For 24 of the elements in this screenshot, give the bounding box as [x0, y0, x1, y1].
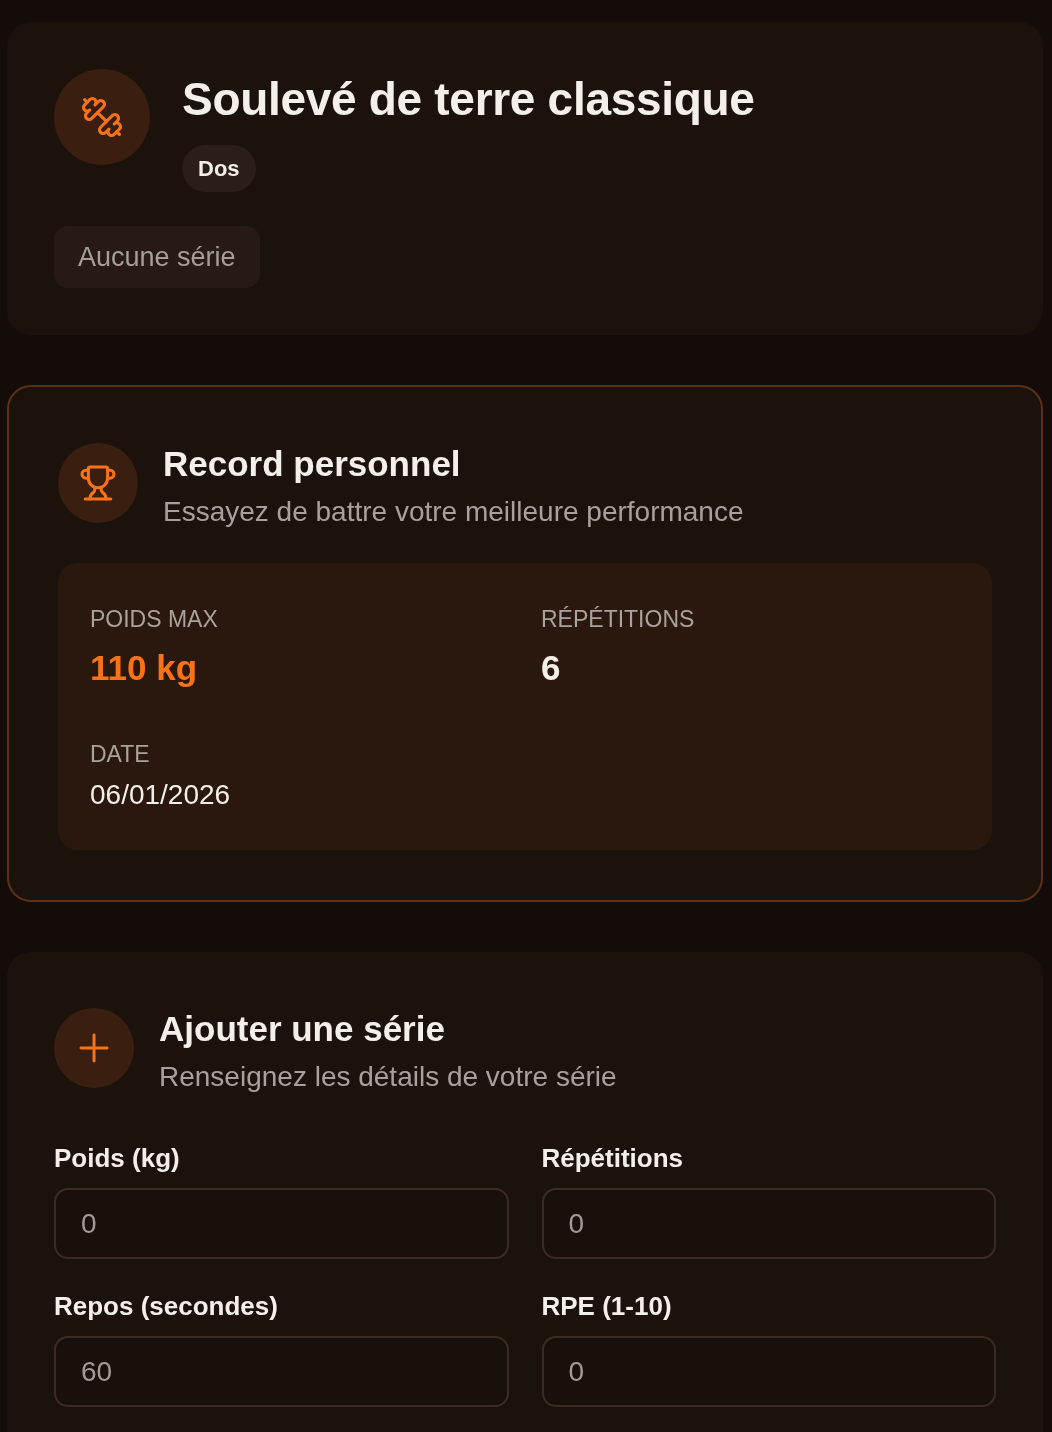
field-label: Poids (kg) [54, 1142, 181, 1175]
input-field[interactable]: 0 [541, 1188, 996, 1259]
stat-value: 6 [541, 647, 561, 689]
stat-value: 06/01/2026 [90, 778, 231, 812]
section-subtitle: Essayez de battre votre meilleure performance [163, 495, 744, 529]
input-field[interactable]: 0 [54, 1188, 509, 1259]
sets-summary-chip: Aucune série [54, 226, 260, 288]
exercise-title: Soulevé de terre classique [182, 72, 755, 127]
trophy-icon [58, 443, 138, 523]
section-title: Ajouter une série [159, 1008, 446, 1050]
stat-label: POIDS MAX [90, 605, 218, 634]
category-tag: Dos [182, 145, 256, 192]
input-field[interactable]: 0 [541, 1336, 996, 1407]
stat-value: 110 kg [90, 647, 198, 689]
stat-label: RÉPÉTITIONS [541, 605, 695, 634]
field-label: RPE (1-10) [541, 1290, 673, 1323]
section-subtitle: Renseignez les détails de votre série [159, 1060, 617, 1094]
dumbbell-icon [54, 69, 150, 165]
stat-label: DATE [90, 740, 150, 769]
field-label: Répétitions [541, 1142, 685, 1175]
section-title: Record personnel [163, 443, 462, 485]
input-field[interactable]: 60 [54, 1336, 509, 1407]
plus-icon [54, 1008, 134, 1088]
field-label: Repos (secondes) [54, 1290, 279, 1323]
